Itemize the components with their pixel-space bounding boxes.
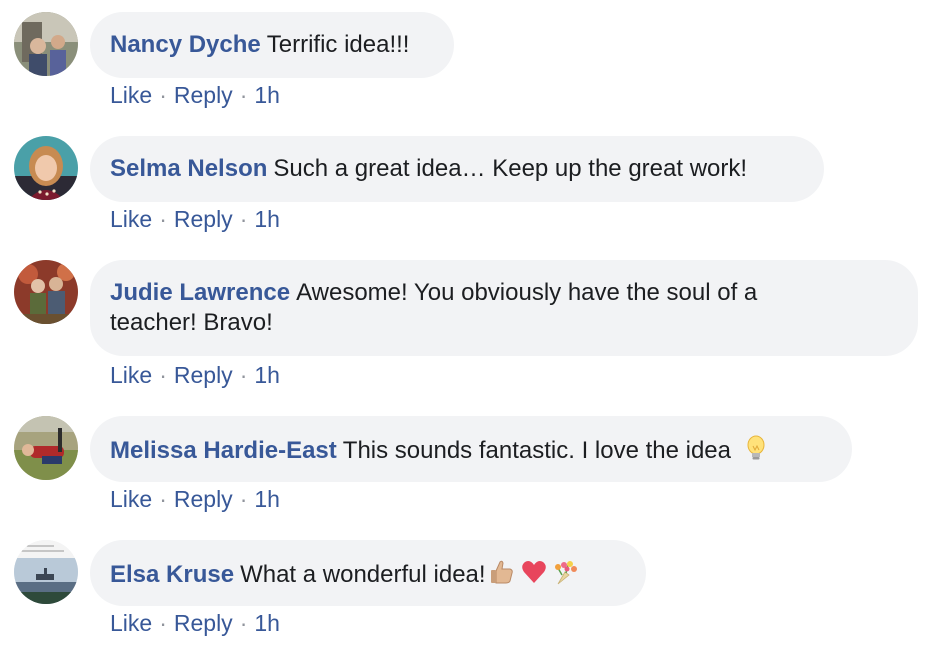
person-photo-avatar-icon — [14, 260, 78, 324]
light-bulb-icon — [742, 434, 770, 462]
comment-bubble: Melissa Hardie-East This sounds fantastic… — [90, 416, 852, 482]
timestamp-link[interactable]: 1h — [254, 206, 280, 232]
separator-dot: · — [159, 486, 167, 512]
comment-text: This sounds fantastic. I love the idea — [342, 437, 731, 464]
like-button[interactable]: Like — [110, 206, 152, 232]
like-button[interactable]: Like — [110, 486, 152, 512]
timestamp-link[interactable]: 1h — [254, 82, 280, 108]
timestamp-link[interactable]: 1h — [254, 362, 280, 388]
comment-text: Such a great idea… Keep up the great wor… — [273, 155, 748, 182]
comment-author[interactable]: Judie Lawrence — [110, 279, 290, 306]
reply-button[interactable]: Reply — [174, 610, 233, 636]
timestamp-link[interactable]: 1h — [254, 486, 280, 512]
like-button[interactable]: Like — [110, 610, 152, 636]
comment-author[interactable]: Nancy Dyche — [110, 31, 261, 58]
separator-dot: · — [239, 206, 248, 232]
avatar[interactable] — [14, 136, 78, 200]
comment-text: Terrific idea!!! — [266, 31, 410, 58]
separator-dot: · — [239, 610, 248, 636]
comment-bubble: Judie Lawrence Awesome! You obviously hav… — [90, 260, 918, 356]
separator-dot: · — [239, 486, 248, 512]
comment-actions: Like · Reply · 1h — [110, 206, 280, 233]
separator-dot: · — [159, 610, 167, 636]
comment-author[interactable]: Elsa Kruse — [110, 561, 234, 588]
comment-bubble: Selma Nelson Such a great idea… Keep up t… — [90, 136, 824, 202]
separator-dot: · — [239, 362, 248, 388]
avatar[interactable] — [14, 12, 78, 76]
timestamp-link[interactable]: 1h — [254, 610, 280, 636]
like-button[interactable]: Like — [110, 82, 152, 108]
comment-author[interactable]: Melissa Hardie-East — [110, 437, 337, 464]
person-photo-avatar-icon — [14, 136, 78, 200]
comment-author[interactable]: Selma Nelson — [110, 155, 267, 182]
like-button[interactable]: Like — [110, 362, 152, 388]
comment-actions: Like · Reply · 1h — [110, 362, 280, 389]
landscape-photo-avatar-icon — [14, 540, 78, 604]
separator-dot: · — [159, 206, 167, 232]
comment-text: What a wonderful idea! — [240, 561, 486, 588]
comment-actions: Like · Reply · 1h — [110, 486, 280, 513]
avatar[interactable] — [14, 540, 78, 604]
comment-bubble: Nancy Dyche Terrific idea!!! — [90, 12, 454, 78]
reply-button[interactable]: Reply — [174, 362, 233, 388]
comment-thread: Nancy Dyche Terrific idea!!! Like · Reply · 1… — [0, 0, 940, 649]
comment-bubble: Elsa Kruse What a wonderful idea! — [90, 540, 646, 606]
person-photo-avatar-icon — [14, 12, 78, 76]
separator-dot: · — [159, 82, 167, 108]
reply-button[interactable]: Reply — [174, 486, 233, 512]
avatar[interactable] — [14, 260, 78, 324]
avatar[interactable] — [14, 416, 78, 480]
bouquet-icon — [552, 558, 580, 586]
separator-dot: · — [159, 362, 167, 388]
thumbs-up-icon — [488, 558, 516, 586]
person-photo-avatar-icon — [14, 416, 78, 480]
reply-button[interactable]: Reply — [174, 206, 233, 232]
reply-button[interactable]: Reply — [174, 82, 233, 108]
red-heart-icon — [520, 558, 548, 586]
comment-actions: Like · Reply · 1h — [110, 610, 280, 637]
separator-dot: · — [239, 82, 248, 108]
comment-actions: Like · Reply · 1h — [110, 82, 280, 109]
